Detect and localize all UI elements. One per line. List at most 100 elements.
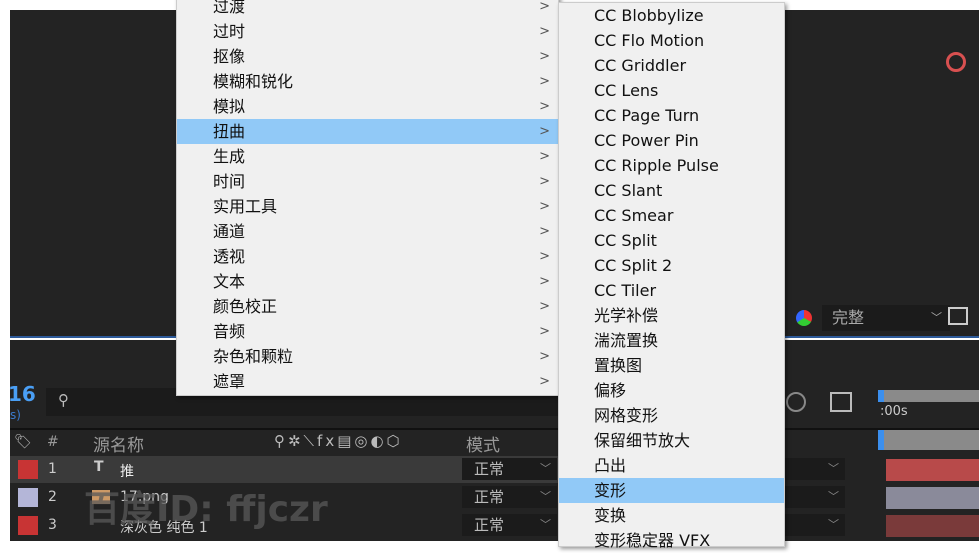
blend-mode-dropdown[interactable]: 正常 ﹀ — [462, 514, 557, 536]
menu-item[interactable]: CC Lens — [559, 78, 784, 103]
chevron-right-icon: > — [539, 0, 550, 14]
time-ruler-label: :00s — [880, 404, 908, 419]
menu-item-label: CC Ripple Pulse — [594, 156, 719, 175]
menu-item[interactable]: 湍流置换 — [559, 328, 784, 353]
chevron-right-icon: > — [539, 149, 550, 164]
menu-item[interactable]: CC Griddler — [559, 53, 784, 78]
resolution-dropdown[interactable]: 完整 ﹀ — [822, 305, 950, 331]
menu-item[interactable]: CC Page Turn — [559, 103, 784, 128]
blend-mode-value: 正常 — [474, 460, 505, 478]
layer-color-swatch[interactable] — [18, 488, 38, 507]
menu-item-label: CC Page Turn — [594, 106, 700, 125]
chevron-down-icon: ﹀ — [540, 462, 551, 475]
menu-item-label: 透视 — [213, 247, 246, 266]
menu-item[interactable]: 变形 — [559, 478, 784, 503]
work-area-bar[interactable] — [878, 390, 979, 402]
menu-item-label: CC Slant — [594, 181, 663, 200]
menu-item[interactable]: 偏移 — [559, 378, 784, 403]
menu-item[interactable]: 网格变形 — [559, 403, 784, 428]
menu-item[interactable]: 抠像 > — [177, 44, 558, 69]
menu-item-label: 凸出 — [594, 456, 627, 475]
track-matte-dropdown[interactable]: ﹀ — [785, 486, 845, 508]
motion-blur-icon[interactable] — [786, 392, 806, 412]
chevron-down-icon: ﹀ — [828, 462, 839, 475]
menu-item[interactable]: 杂色和颗粒 > — [177, 344, 558, 369]
menu-item-label: 保留细节放大 — [594, 431, 691, 450]
menu-item[interactable]: CC Flo Motion — [559, 28, 784, 53]
resolution-value: 完整 — [832, 308, 865, 327]
chevron-right-icon: > — [539, 199, 550, 214]
track-matte-dropdown[interactable]: ﹀ — [785, 514, 845, 536]
menu-item-label: 过渡 — [213, 0, 246, 16]
menu-item[interactable]: CC Power Pin — [559, 128, 784, 153]
menu-item[interactable]: CC Split 2 — [559, 253, 784, 278]
color-channels-icon[interactable] — [796, 310, 812, 326]
menu-item-label: CC Power Pin — [594, 131, 699, 150]
menu-item[interactable]: 保留细节放大 — [559, 428, 784, 453]
chevron-right-icon: > — [539, 374, 550, 389]
menu-item[interactable]: 时间 > — [177, 169, 558, 194]
region-of-interest-icon[interactable] — [948, 307, 968, 325]
menu-item[interactable]: 过时 > — [177, 19, 558, 44]
menu-item-label: 音频 — [213, 322, 246, 341]
menu-item[interactable]: 文本 > — [177, 269, 558, 294]
blend-mode-dropdown[interactable]: 正常 ﹀ — [462, 458, 557, 480]
menu-item-label: CC Tiler — [594, 281, 657, 300]
menu-item[interactable]: CC Tiler — [559, 278, 784, 303]
layer-color-swatch[interactable] — [18, 516, 38, 535]
menu-item[interactable]: 凸出 — [559, 453, 784, 478]
menu-item[interactable]: 生成 > — [177, 144, 558, 169]
column-header-mode[interactable]: 模式 — [466, 431, 500, 456]
menu-item-label: CC Blobbylize — [594, 6, 704, 25]
menu-item-label: CC Lens — [594, 81, 659, 100]
menu-item[interactable]: 变换 — [559, 503, 784, 528]
menu-item[interactable]: 透视 > — [177, 244, 558, 269]
menu-item[interactable]: 实用工具 > — [177, 194, 558, 219]
text-layer-icon: T — [94, 459, 104, 475]
menu-item[interactable]: 光学补偿 — [559, 303, 784, 328]
menu-item[interactable]: 过渡 > — [177, 0, 558, 19]
menu-item[interactable]: CC Slant — [559, 178, 784, 203]
blend-mode-value: 正常 — [474, 488, 505, 506]
menu-item-label: 通道 — [213, 222, 246, 241]
layer-duration-bar[interactable] — [886, 515, 979, 537]
layer-duration-bar[interactable] — [886, 459, 979, 481]
menu-item[interactable]: CC Split — [559, 228, 784, 253]
menu-item[interactable]: 音频 > — [177, 319, 558, 344]
menu-item[interactable]: 模拟 > — [177, 94, 558, 119]
menu-item[interactable]: CC Blobbylize — [559, 3, 784, 28]
track-matte-dropdown[interactable]: ﹀ — [785, 458, 845, 480]
column-header-num: # — [47, 434, 59, 450]
watermark: 百度ID: ffjczr — [84, 489, 328, 530]
menu-item[interactable]: 遮罩 > — [177, 369, 558, 394]
menu-item-label: 变形 — [594, 481, 627, 500]
chevron-right-icon: > — [539, 274, 550, 289]
layer-name[interactable]: 推 — [120, 461, 134, 481]
menu-item[interactable]: 模糊和锐化 > — [177, 69, 558, 94]
graph-editor-icon[interactable] — [830, 392, 852, 412]
anchor-point-icon — [946, 52, 966, 72]
blend-mode-dropdown[interactable]: 正常 ﹀ — [462, 486, 557, 508]
timecode[interactable]: 16 — [8, 382, 36, 406]
menu-item-label: CC Split 2 — [594, 256, 673, 275]
menu-item[interactable]: 扭曲 > — [177, 119, 558, 144]
blend-mode-value: 正常 — [474, 516, 505, 534]
menu-item-label: CC Smear — [594, 206, 674, 225]
menu-item-label: 过时 — [213, 22, 246, 41]
current-time-indicator[interactable] — [878, 430, 979, 450]
chevron-down-icon: ﹀ — [828, 490, 839, 503]
menu-item[interactable]: CC Ripple Pulse — [559, 153, 784, 178]
chevron-right-icon: > — [539, 324, 550, 339]
menu-item[interactable]: 颜色校正 > — [177, 294, 558, 319]
layer-number: 2 — [48, 489, 57, 505]
menu-item[interactable]: 置换图 — [559, 353, 784, 378]
column-header-source[interactable]: 源名称 — [93, 431, 144, 456]
chevron-right-icon: > — [539, 299, 550, 314]
layer-duration-bar[interactable] — [886, 487, 979, 509]
menu-item[interactable]: 通道 > — [177, 219, 558, 244]
menu-item-label: 时间 — [213, 172, 246, 191]
fps-label: s) — [10, 408, 21, 422]
layer-color-swatch[interactable] — [18, 460, 38, 479]
chevron-right-icon: > — [539, 74, 550, 89]
menu-item[interactable]: CC Smear — [559, 203, 784, 228]
